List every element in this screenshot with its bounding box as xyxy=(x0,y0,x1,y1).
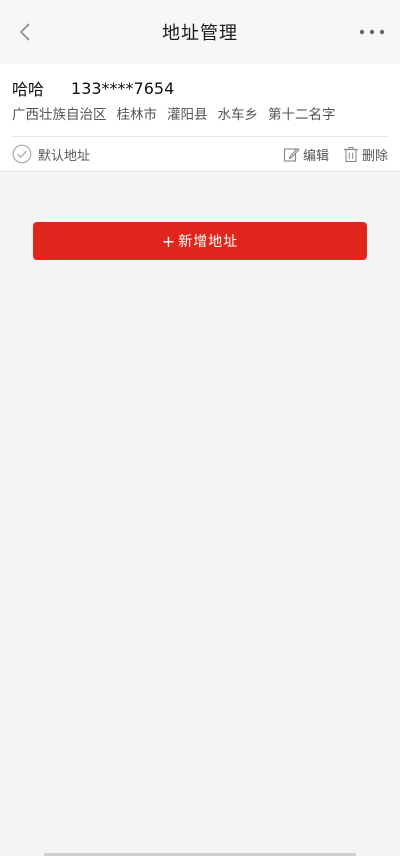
more-button[interactable] xyxy=(356,20,388,44)
edit-label: 编辑 xyxy=(302,148,329,164)
back-button[interactable] xyxy=(12,18,38,46)
edit-button[interactable]: 编辑 xyxy=(283,145,329,164)
address-card[interactable]: 哈哈 133****7654 广西壮族自治区 桂林市 灌阳县 水车乡 第十二名字 默认地… xyxy=(0,64,400,172)
address-detail: 第十二名字 xyxy=(268,107,336,123)
address-county: 灌阳县 xyxy=(167,107,208,123)
address-town: 水车乡 xyxy=(217,107,259,123)
add-address-label: 新增地址 xyxy=(178,234,239,250)
card-action-group: 编辑 删除 xyxy=(269,145,388,164)
edit-icon xyxy=(283,147,300,162)
address-card-actions: 默认地址 编辑 删除 xyxy=(12,137,388,171)
address-line: 广西壮族自治区 桂林市 灌阳县 水车乡 第十二名字 xyxy=(12,102,388,137)
navbar: 地址管理 xyxy=(0,0,400,64)
check-circle-icon xyxy=(12,144,32,164)
address-city: 桂林市 xyxy=(116,107,158,123)
default-address-toggle[interactable]: 默认地址 xyxy=(12,144,90,164)
delete-label: 删除 xyxy=(361,148,388,164)
contact-row: 哈哈 133****7654 xyxy=(12,74,388,102)
recipient-phone: 133****7654 xyxy=(71,78,175,98)
recipient-name: 哈哈 xyxy=(12,80,45,99)
delete-button[interactable]: 删除 xyxy=(343,145,388,164)
trash-icon xyxy=(343,146,358,162)
address-province: 广西壮族自治区 xyxy=(12,107,107,123)
page-title: 地址管理 xyxy=(162,23,238,44)
address-card-body: 哈哈 133****7654 广西壮族自治区 桂林市 灌阳县 水车乡 第十二名字 xyxy=(12,64,388,137)
default-address-label: 默认地址 xyxy=(38,148,91,164)
chevron-left-icon xyxy=(19,23,30,41)
plus-icon: + xyxy=(161,231,177,251)
more-dots-icon xyxy=(359,29,385,35)
add-address-button[interactable]: + 新增地址 xyxy=(33,222,367,260)
